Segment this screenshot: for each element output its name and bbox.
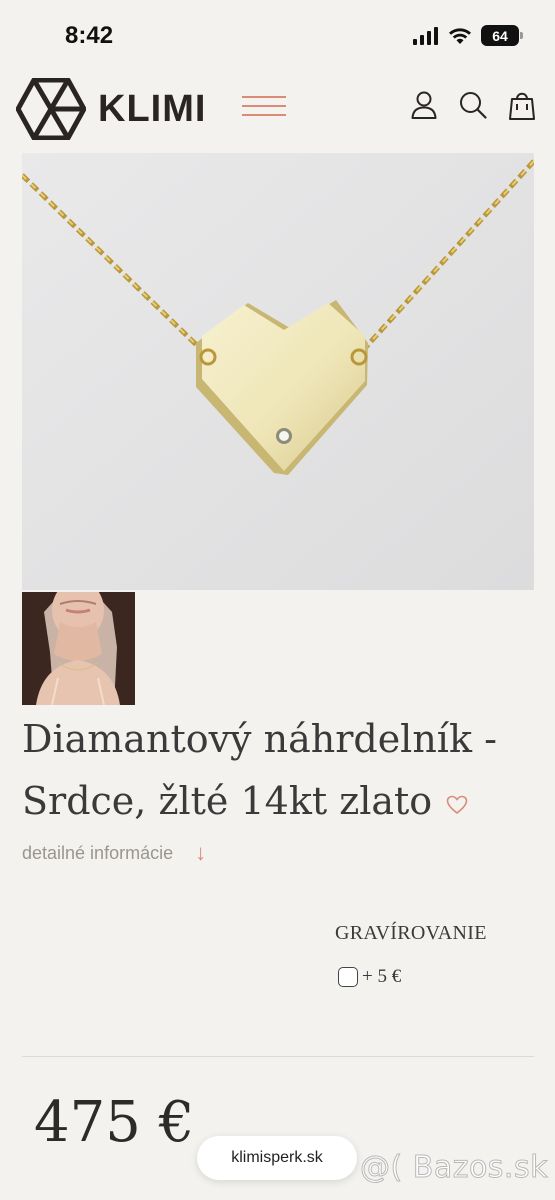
- engraving-checkbox[interactable]: [338, 967, 358, 987]
- menu-icon-line: [242, 96, 286, 98]
- engraving-label: GRAVÍROVANIE: [335, 922, 487, 944]
- site-header: KLIMI: [0, 70, 555, 150]
- browser-url-bar[interactable]: klimisperk.sk: [197, 1136, 357, 1180]
- browser-url: klimisperk.sk: [231, 1149, 323, 1166]
- header-actions: [411, 90, 535, 120]
- menu-icon-line: [242, 114, 286, 116]
- menu-button[interactable]: [242, 96, 286, 120]
- product-title-line2: Srdce, žlté 14kt zlato: [22, 779, 433, 823]
- wifi-icon: [449, 27, 471, 44]
- engraving-price: + 5 €: [362, 966, 402, 987]
- user-icon[interactable]: [411, 91, 437, 119]
- watermark: @( Bazos.sk: [360, 1150, 548, 1186]
- product-title: Diamantový náhrdelník - Srdce, žlté 14kt…: [22, 708, 542, 832]
- signal-icon: [413, 26, 438, 45]
- brand-name: KLIMI: [98, 87, 207, 130]
- status-icons: 64: [413, 25, 523, 46]
- brand-logo[interactable]: KLIMI: [16, 78, 206, 140]
- battery-icon: 64: [481, 25, 523, 46]
- engraving-option[interactable]: + 5 €: [338, 966, 401, 988]
- details-link-label: detailné informácie: [22, 842, 174, 863]
- battery-level: 64: [492, 27, 508, 44]
- status-time: 8:42: [65, 22, 114, 49]
- product-title-line1: Diamantový náhrdelník -: [22, 717, 497, 761]
- heart-wishlist-icon[interactable]: [446, 795, 468, 815]
- product-main-image[interactable]: [22, 153, 534, 590]
- arrow-down-icon: ↓: [195, 840, 207, 865]
- menu-icon-line: [242, 105, 286, 107]
- search-icon[interactable]: [459, 91, 487, 119]
- heart-necklace-image: [22, 153, 534, 590]
- logo-hexagon-icon: [16, 78, 86, 140]
- status-bar: 8:42 64: [0, 0, 555, 70]
- details-link[interactable]: detailné informácie ↓: [22, 840, 206, 866]
- divider: [22, 1056, 534, 1057]
- bag-icon[interactable]: [509, 90, 535, 120]
- product-price: 475 €: [34, 1090, 195, 1155]
- product-thumbnail[interactable]: [22, 592, 135, 705]
- model-photo-image: [22, 592, 135, 705]
